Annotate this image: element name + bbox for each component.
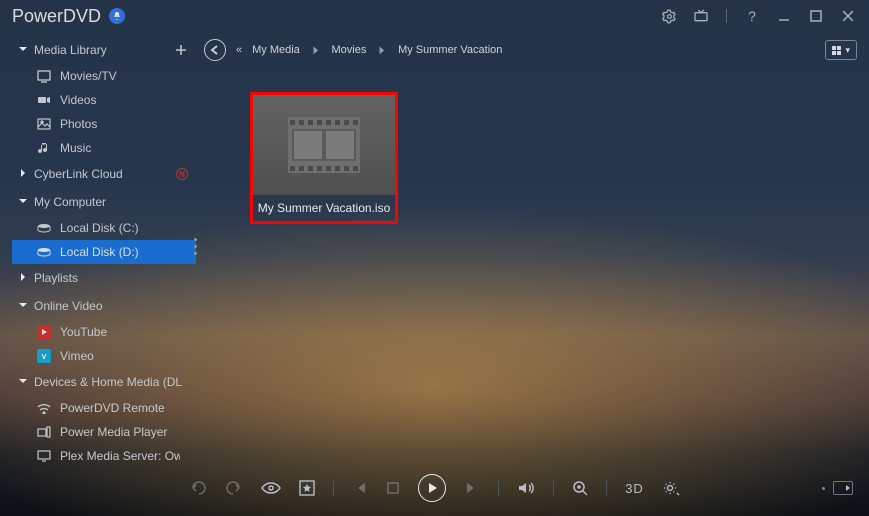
breadcrumb-item[interactable]: Movies <box>332 44 367 56</box>
item-label: Local Disk (C:) <box>60 221 139 235</box>
previous-icon[interactable] <box>352 480 368 496</box>
chevron-right-icon <box>18 272 28 282</box>
close-icon[interactable] <box>839 7 857 25</box>
chevron-down-icon <box>18 300 28 310</box>
sidebar-item-movies-tv[interactable]: Movies/TV <box>12 64 196 88</box>
sidebar-section-playlists[interactable]: Playlists <box>12 264 196 292</box>
chevron-down-icon: ▾ <box>845 45 850 56</box>
zoom-icon[interactable] <box>572 480 588 496</box>
film-icon <box>288 117 360 173</box>
add-icon[interactable] <box>172 41 190 59</box>
sidebar-item-powerdvd-remote[interactable]: PowerDVD Remote <box>12 396 196 420</box>
disk-icon <box>36 220 52 236</box>
video-icon <box>36 92 52 108</box>
app-title: PowerDVD <box>12 6 101 27</box>
title-bar: PowerDVD ? <box>0 0 869 32</box>
sidebar-item-local-disk-d[interactable]: Local Disk (D:) <box>12 240 196 264</box>
section-label: Devices & Home Media (DL <box>34 375 182 389</box>
item-label: Movies/TV <box>60 69 117 83</box>
sidebar-section-devices[interactable]: Devices & Home Media (DL <box>12 368 196 396</box>
tv-mode-icon[interactable] <box>692 7 710 25</box>
item-label: Videos <box>60 93 96 107</box>
sidebar-section-online-video[interactable]: Online Video <box>12 292 196 320</box>
3d-button[interactable]: 3D <box>625 481 644 496</box>
stop-icon[interactable] <box>386 481 400 495</box>
minimize-icon[interactable] <box>775 7 793 25</box>
back-button[interactable] <box>204 39 226 61</box>
star-box-icon[interactable] <box>299 480 315 496</box>
chevron-right-icon <box>18 168 28 178</box>
section-label: Playlists <box>34 271 78 285</box>
item-label: Power Media Player <box>60 425 167 439</box>
sidebar-item-local-disk-c[interactable]: Local Disk (C:) <box>12 216 196 240</box>
drag-handle-icon[interactable] <box>194 238 197 255</box>
item-label: Music <box>60 141 91 155</box>
content-area: « My Media ▶ Movies ▶ My Summer Vacation… <box>196 32 869 460</box>
next-icon[interactable] <box>464 480 480 496</box>
vimeo-icon: v <box>36 348 52 364</box>
photo-icon <box>36 116 52 132</box>
section-label: Online Video <box>34 299 103 313</box>
breadcrumb-separator-icon: ▶ <box>380 45 385 56</box>
sidebar-item-videos[interactable]: Videos <box>12 88 196 112</box>
file-item[interactable]: My Summer Vacation.iso <box>250 92 398 224</box>
section-label: CyberLink Cloud <box>34 167 123 181</box>
tv-icon <box>36 68 52 84</box>
sidebar-item-vimeo[interactable]: v Vimeo <box>12 344 196 368</box>
more-settings-icon[interactable] <box>662 480 680 496</box>
breadcrumb-item[interactable]: My Media <box>252 44 300 56</box>
sidebar-item-power-media-player[interactable]: Power Media Player <box>12 420 196 444</box>
help-icon[interactable]: ? <box>743 7 761 25</box>
dot-icon <box>822 487 825 490</box>
youtube-icon <box>36 324 52 340</box>
maximize-icon[interactable] <box>807 7 825 25</box>
new-badge: N <box>176 168 188 180</box>
play-button[interactable] <box>418 474 446 502</box>
sidebar-item-music[interactable]: Music <box>12 136 196 160</box>
device-icon <box>36 424 52 440</box>
redo-icon[interactable] <box>225 479 243 497</box>
wifi-icon <box>36 400 52 416</box>
file-name-label: My Summer Vacation.iso <box>258 195 391 221</box>
item-label: Photos <box>60 117 97 131</box>
sidebar-item-youtube[interactable]: YouTube <box>12 320 196 344</box>
notification-icon[interactable] <box>109 8 125 24</box>
chevron-down-icon <box>18 196 28 206</box>
eye-icon[interactable] <box>261 481 281 495</box>
item-label: PowerDVD Remote <box>60 401 165 415</box>
chevron-down-icon <box>18 44 28 54</box>
volume-icon[interactable] <box>517 480 535 496</box>
view-mode-button[interactable]: ▾ <box>825 40 857 60</box>
grid-icon <box>832 46 841 55</box>
item-label: YouTube <box>60 325 107 339</box>
chevron-down-icon <box>18 376 28 386</box>
breadcrumb-toolbar: « My Media ▶ Movies ▶ My Summer Vacation… <box>204 36 857 64</box>
undo-icon[interactable] <box>189 479 207 497</box>
history-back-icon[interactable]: « <box>236 44 242 56</box>
item-label: Vimeo <box>60 349 94 363</box>
sidebar-section-media-library[interactable]: Media Library <box>12 36 196 64</box>
disk-icon <box>36 244 52 260</box>
playback-bar: 3D <box>0 460 869 516</box>
music-icon <box>36 140 52 156</box>
section-label: Media Library <box>34 43 107 57</box>
item-label: Local Disk (D:) <box>60 245 139 259</box>
mini-player-icon[interactable] <box>833 481 853 495</box>
settings-icon[interactable] <box>660 7 678 25</box>
sidebar: Media Library Movies/TV Videos Photos Mu… <box>12 32 196 460</box>
breadcrumb-item[interactable]: My Summer Vacation <box>398 44 502 56</box>
sidebar-section-my-computer[interactable]: My Computer <box>12 188 196 216</box>
file-thumbnail <box>253 95 395 195</box>
breadcrumb-separator-icon: ▶ <box>313 45 318 56</box>
sidebar-section-cyberlink-cloud[interactable]: CyberLink Cloud N <box>12 160 196 188</box>
sidebar-item-photos[interactable]: Photos <box>12 112 196 136</box>
section-label: My Computer <box>34 195 106 209</box>
